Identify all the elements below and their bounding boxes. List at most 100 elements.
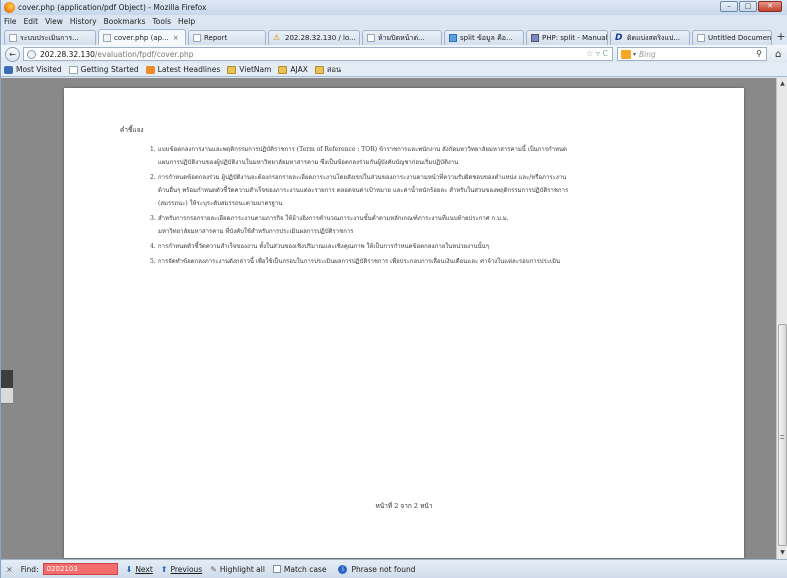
tab-evaluation[interactable]: ระบบประเมินการ...: [4, 30, 96, 45]
list-item: 5. การจัดทำข้อตกลงภาระงานดังกล่าวนี้ เพื…: [150, 255, 695, 268]
list-item: 1. แบบข้อตกลงการงานและพฤติกรรมการปฏิบัติ…: [150, 143, 695, 169]
url-bar[interactable]: 202.28.32.130 /evaluation/fpdf/cover.php…: [23, 47, 613, 61]
find-previous-button[interactable]: ⬆ Previous: [161, 565, 202, 574]
search-placeholder: Bing: [639, 49, 656, 59]
highlight-all-label: Highlight all: [219, 564, 265, 574]
bookmark-vietnam[interactable]: VietNam: [227, 65, 271, 74]
page-icon: [9, 34, 17, 42]
navigation-bar: ← 202.28.32.130 /evaluation/fpdf/cover.p…: [1, 45, 787, 63]
highlight-all-button[interactable]: ✎ Highlight all: [210, 565, 265, 574]
search-bar[interactable]: ▾ Bing ⚲: [617, 47, 767, 61]
tab-label: ดิดแบ่งสตริงแป...: [627, 33, 681, 42]
pdf-instructions-list: 1. แบบข้อตกลงการงานและพฤติกรรมการปฏิบัติ…: [150, 143, 695, 270]
checkbox-icon[interactable]: [272, 565, 281, 573]
scroll-down-icon[interactable]: ▼: [777, 547, 787, 559]
folder-icon: [227, 65, 237, 74]
site-identity-icon[interactable]: [27, 49, 36, 59]
item-text: สำหรับการกรอกรายละเอียดภาระงานตามภารกิจ …: [158, 215, 509, 235]
tab-label: ห้ามปิดหน้าต่...: [378, 33, 425, 42]
warning-icon: ⚠: [273, 33, 281, 42]
find-close-icon[interactable]: ×: [6, 565, 13, 574]
tab-untitled-document[interactable]: Untitled Document: [692, 30, 772, 45]
menu-help[interactable]: Help: [178, 17, 195, 26]
vertical-scrollbar[interactable]: ▲ ▼: [776, 78, 787, 559]
tab-label: Report: [204, 34, 228, 42]
new-tab-button[interactable]: +: [774, 30, 787, 45]
search-icon[interactable]: ⚲: [756, 49, 762, 58]
menu-tools[interactable]: Tools: [153, 17, 171, 26]
tab-php-manual[interactable]: PHP: split - Manual: [526, 30, 608, 45]
item-text: การจัดทำข้อตกลงภาระงานดังกล่าวนี้ เพื่อใ…: [158, 258, 561, 265]
folder-icon: [314, 65, 324, 74]
home-icon[interactable]: ⌂: [775, 49, 781, 60]
tab-label: ระบบประเมินการ...: [20, 33, 79, 42]
scroll-grip-icon: [780, 435, 784, 439]
find-bar: × Find: 0202103 ⬇ Next ⬆ Previous ✎ High…: [1, 559, 787, 578]
bookmark-latest-headlines[interactable]: Latest Headlines: [145, 65, 221, 74]
firefox-logo-icon: [4, 2, 15, 13]
tab-phpmyadmin[interactable]: ⚠ 202.28.32.130 / lo...: [268, 30, 360, 45]
match-case-checkbox[interactable]: Match case: [272, 565, 326, 574]
pdf-heading: คำชี้แจง: [120, 126, 144, 134]
tab-bar: ระบบประเมินการ... cover.php (ap... × Rep…: [1, 28, 787, 45]
find-label: Find:: [20, 564, 39, 574]
bookmarks-toolbar: Most Visited Getting Started Latest Head…: [1, 63, 787, 77]
maximize-button[interactable]: □: [739, 1, 757, 12]
scroll-up-icon[interactable]: ▲: [777, 78, 787, 90]
tab-label: PHP: split - Manual: [542, 34, 608, 42]
tab-string-split[interactable]: D ดิดแบ่งสตริงแป...: [610, 30, 690, 45]
back-button[interactable]: ←: [5, 46, 20, 62]
page-icon: [367, 34, 375, 42]
list-item: 2. การกำหนดข้อตกลงร่วม ผู้ปฏิบัติงานจะต้…: [150, 171, 695, 210]
arrow-down-icon: ⬇: [125, 564, 133, 574]
item-number: 4.: [150, 243, 156, 250]
tab-thai-page[interactable]: ห้ามปิดหน้าต่...: [362, 30, 442, 45]
left-strip-dark: [1, 370, 13, 388]
bookmark-label: สอน: [326, 64, 342, 74]
tab-label: 202.28.32.130 / lo...: [285, 34, 356, 42]
url-host: 202.28.32.130: [40, 49, 95, 59]
tab-label: split ข้อมูล คือ...: [460, 33, 513, 42]
bookmark-label: Getting Started: [80, 65, 139, 74]
item-text: การกำหนดข้อตกลงร่วม ผู้ปฏิบัติงานจะต้องก…: [158, 174, 569, 207]
page-icon: [697, 34, 705, 42]
pdf-icon: [103, 33, 111, 42]
tab-label: Untitled Document: [708, 34, 772, 42]
find-input[interactable]: 0202103: [42, 563, 118, 575]
find-status-text: Phrase not found: [351, 564, 416, 574]
firefox-icon: [4, 65, 13, 74]
tab-report[interactable]: Report: [188, 30, 266, 45]
find-next-label: Next: [135, 564, 153, 574]
menu-file[interactable]: File: [4, 17, 17, 26]
d-icon: D: [615, 33, 623, 43]
bookmark-label: Most Visited: [16, 65, 62, 74]
page-icon: [68, 65, 78, 74]
menu-edit[interactable]: Edit: [24, 17, 39, 26]
chevron-down-icon[interactable]: ▾: [633, 51, 636, 58]
tab-cover-pdf[interactable]: cover.php (ap... ×: [98, 29, 186, 45]
tab-split-data[interactable]: split ข้อมูล คือ...: [444, 30, 524, 45]
menu-bookmarks[interactable]: Bookmarks: [104, 17, 146, 26]
bookmark-ajax[interactable]: AJAX: [278, 65, 308, 74]
bookmark-label: VietNam: [239, 65, 272, 74]
browser-window: cover.php (application/pdf Object) - Moz…: [0, 0, 787, 578]
find-next-button[interactable]: ⬇ Next: [126, 565, 153, 574]
menu-view[interactable]: View: [45, 17, 63, 26]
bookmark-reload-icons[interactable]: ☆ ▿ C: [586, 49, 608, 58]
bookmark-teach[interactable]: สอน: [314, 64, 342, 76]
window-controls: – □ ✕: [720, 1, 782, 12]
pdf-viewer[interactable]: คำชี้แจง 1. แบบข้อตกลงการงานและพฤติกรรมก…: [1, 78, 787, 559]
list-item: 4. การกำหนดตัวชี้วัดความสำเร็จของงาน ทั้…: [150, 240, 695, 253]
close-button[interactable]: ✕: [758, 1, 782, 12]
find-previous-label: Previous: [170, 564, 203, 574]
bookmark-label: Latest Headlines: [157, 65, 221, 74]
bookmark-getting-started[interactable]: Getting Started: [68, 65, 139, 74]
minimize-button[interactable]: –: [720, 1, 738, 12]
tab-close-icon[interactable]: ×: [173, 34, 179, 42]
bookmark-most-visited[interactable]: Most Visited: [4, 65, 62, 74]
item-number: 5.: [150, 258, 156, 265]
item-text: การกำหนดตัวชี้วัดความสำเร็จของงาน ทั้งใน…: [158, 243, 490, 250]
menu-history[interactable]: History: [70, 17, 97, 26]
twitter-icon: [449, 34, 457, 42]
search-engine-icon[interactable]: [621, 49, 631, 59]
